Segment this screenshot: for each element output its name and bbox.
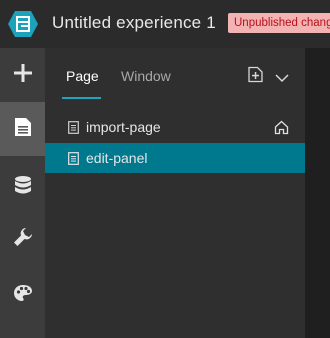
data-button[interactable] [0,160,45,214]
page-label: import-page [86,119,161,135]
add-page-icon[interactable] [247,66,264,83]
panel-tabs: Page Window [45,48,305,102]
home-icon [274,120,289,135]
canvas-area [305,48,330,338]
active-tab-indicator [62,97,101,99]
page-icon [68,120,79,134]
experience-title[interactable]: Untitled experience 1 [52,13,216,33]
page-panel-button[interactable] [0,102,45,156]
tab-page[interactable]: Page [66,68,99,84]
wrench-icon [13,227,33,252]
unpublished-status-badge: Unpublished changes [228,13,330,33]
page-label: edit-panel [86,150,148,166]
left-toolbar [0,48,45,338]
app-logo-icon[interactable] [7,10,39,38]
page-icon [14,117,32,142]
widget-tools-button[interactable] [0,212,45,266]
plus-icon [13,63,33,88]
page-list-item-import-page[interactable]: import-page [45,112,305,142]
page-panel: Page Window import-page edit-panel [45,48,305,338]
chevron-down-icon[interactable] [275,70,289,83]
app-header: Untitled experience 1 Unpublished change… [0,0,330,48]
palette-icon [13,284,33,307]
database-icon [14,175,32,200]
insert-button[interactable] [0,48,45,102]
tab-window[interactable]: Window [121,68,171,84]
page-icon [68,151,79,165]
theme-button[interactable] [0,268,45,322]
page-list-item-edit-panel[interactable]: edit-panel [45,143,305,173]
